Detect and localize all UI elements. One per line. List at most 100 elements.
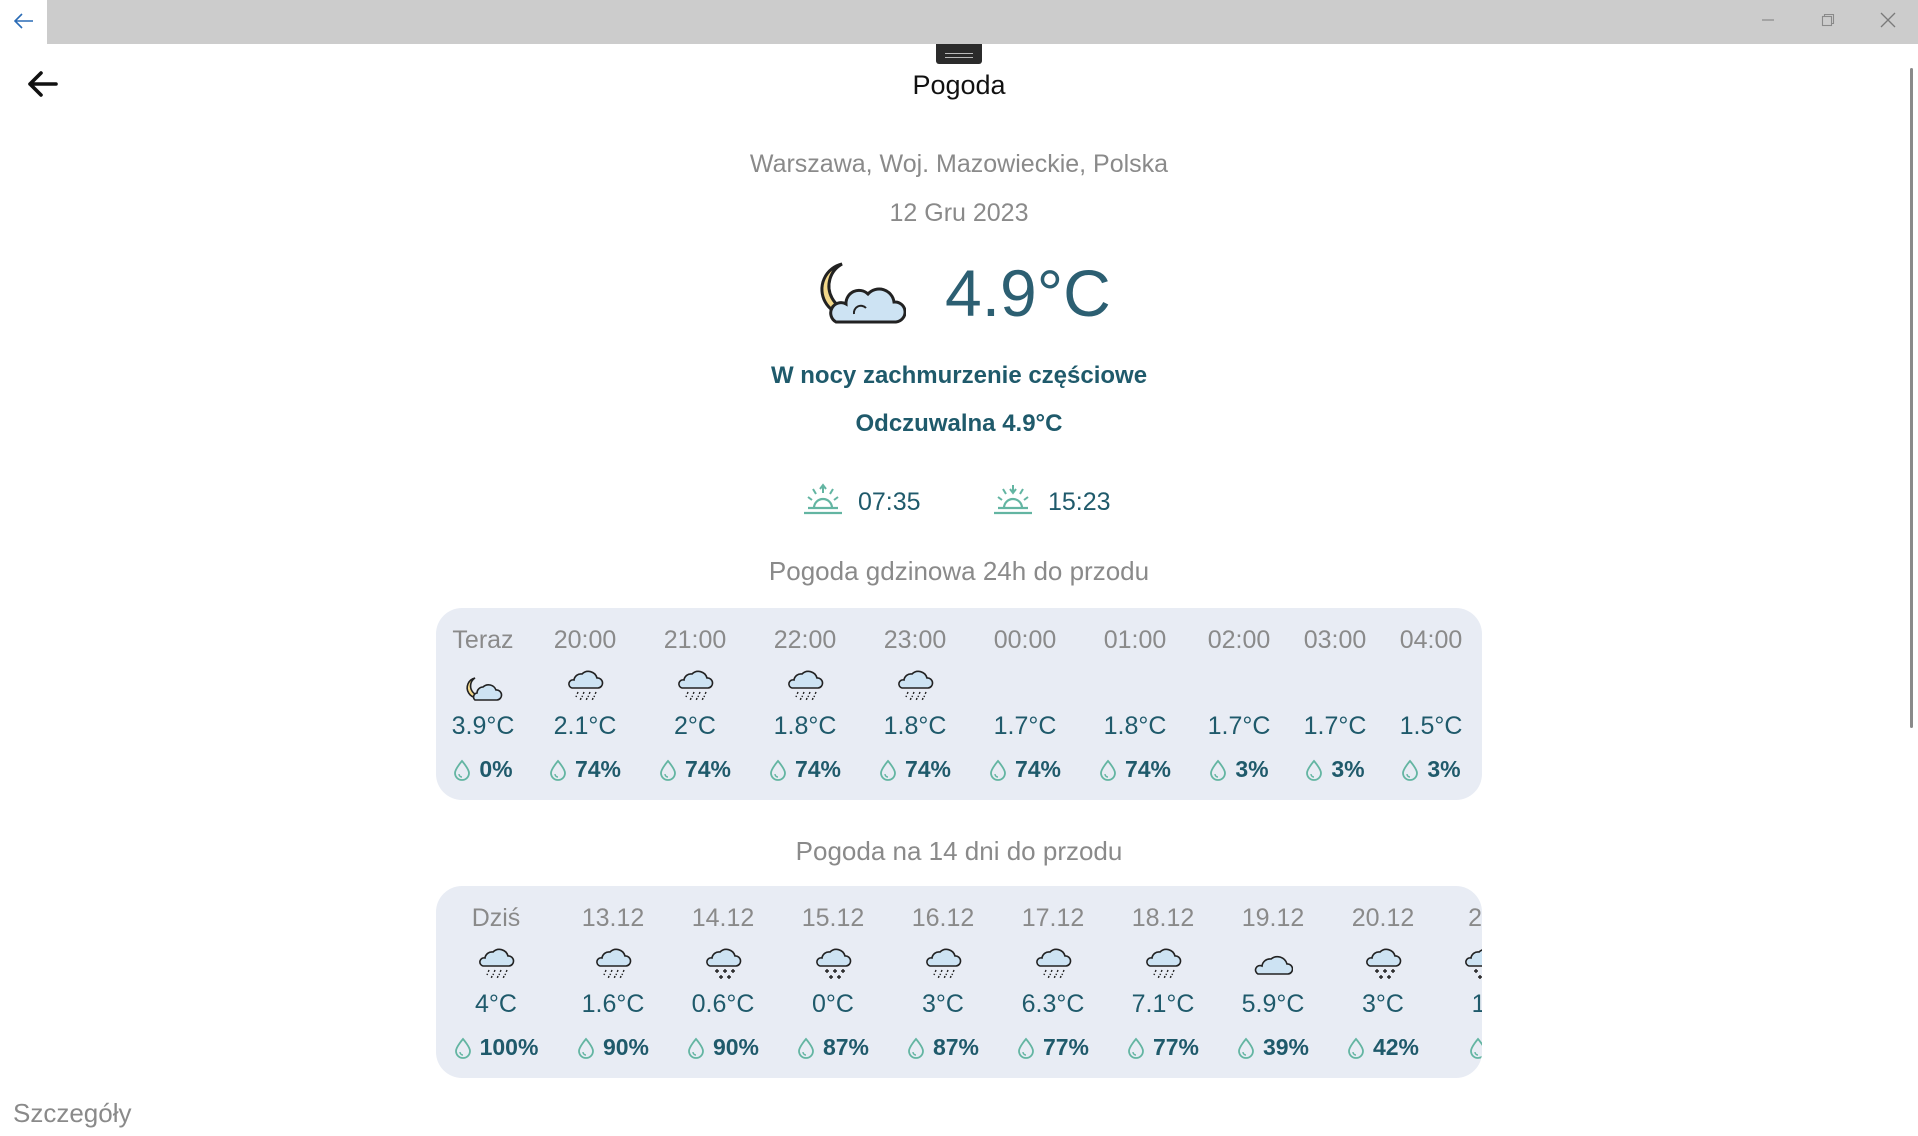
- droplet-icon: [879, 756, 905, 782]
- hourly-label: 21:00: [663, 626, 727, 654]
- hourly-item[interactable]: 02:00 1.7°C 3%: [1189, 608, 1289, 800]
- hourly-temperature: 2.1°C: [553, 712, 617, 740]
- hourly-item[interactable]: 22:00 1.8°C 74%: [755, 608, 855, 800]
- hourly-precipitation: 74%: [535, 756, 635, 783]
- hourly-item[interactable]: 20:00 2.1°C 74%: [535, 608, 635, 800]
- hourly-precipitation-value: 3%: [1427, 756, 1461, 782]
- sunrise: 07:35: [802, 482, 921, 522]
- daily-item[interactable]: 17.12 6.3°C 77%: [1003, 886, 1103, 1078]
- hourly-precipitation: 74%: [755, 756, 855, 783]
- snow-cloud-icon: [1363, 946, 1403, 982]
- hourly-forecast-list[interactable]: Teraz 3.9°C 0% 20:00 2.1°C 74% 21:00 2°C 74% 22:0…: [436, 608, 1482, 800]
- rain-cloud-icon: [1143, 946, 1183, 982]
- droplet-icon: [1127, 1034, 1153, 1060]
- daily-item[interactable]: 14.12 0.6°C 90%: [673, 886, 773, 1078]
- hourly-label: 03:00: [1303, 626, 1367, 654]
- daily-temperature: 0°C: [812, 990, 854, 1018]
- daily-precipitation: 77%: [1003, 1034, 1103, 1061]
- moon-cloud-icon: [463, 668, 503, 704]
- daily-temperature: 1.6°C: [581, 990, 645, 1018]
- maximize-button[interactable]: [1798, 0, 1858, 44]
- rain-cloud-icon: [565, 668, 605, 704]
- daily-item[interactable]: Dziś 4°C 100%: [446, 886, 546, 1078]
- rain-cloud-icon: [1033, 946, 1073, 982]
- window-back-button[interactable]: [0, 0, 47, 44]
- rain-cloud-icon: [923, 946, 963, 982]
- hourly-precipitation-value: 0%: [479, 756, 513, 782]
- hourly-item[interactable]: 23:00 1.8°C 74%: [865, 608, 965, 800]
- sunset: 15:23: [992, 482, 1111, 522]
- rain-cloud-icon: [593, 946, 633, 982]
- daily-item[interactable]: 21 1.: [1432, 886, 1482, 1078]
- daily-item[interactable]: 20.12 3°C 42%: [1333, 886, 1433, 1078]
- hourly-item[interactable]: 01:00 1.8°C 74%: [1085, 608, 1185, 800]
- daily-label: 19.12: [1241, 904, 1305, 932]
- date-label: 12 Gru 2023: [889, 199, 1029, 227]
- daily-precipitation: 90%: [673, 1034, 773, 1061]
- droplet-icon: [1099, 756, 1125, 782]
- hourly-temperature: 1.7°C: [1207, 712, 1271, 740]
- droplet-icon: [1305, 756, 1331, 782]
- hourly-item[interactable]: 21:00 2°C 74%: [645, 608, 745, 800]
- current-temperature: 4.9°C: [945, 256, 1111, 330]
- hourly-precipitation-value: 74%: [1124, 756, 1172, 782]
- hourly-temperature: 2°C: [674, 712, 716, 740]
- rain-cloud-icon: [675, 668, 715, 704]
- daily-item[interactable]: 15.12 0°C 87%: [783, 886, 883, 1078]
- daily-label: 17.12: [1021, 904, 1085, 932]
- hourly-item[interactable]: 04:00 1.5°C 3%: [1381, 608, 1481, 800]
- hourly-label: 22:00: [773, 626, 837, 654]
- daily-item[interactable]: 13.12 1.6°C 90%: [563, 886, 663, 1078]
- drag-handle[interactable]: [936, 44, 982, 64]
- daily-temperature: 5.9°C: [1241, 990, 1305, 1018]
- droplet-icon: [659, 756, 685, 782]
- page-title: Pogoda: [912, 70, 1006, 100]
- sunrise-icon: [802, 482, 844, 522]
- droplet-icon: [1209, 756, 1235, 782]
- daily-precipitation: 90%: [563, 1034, 663, 1061]
- daily-temperature: 0.6°C: [691, 990, 755, 1018]
- hourly-precipitation-value: 3%: [1331, 756, 1365, 782]
- daily-precipitation-value: 77%: [1152, 1034, 1200, 1060]
- daily-precipitation: 87%: [893, 1034, 993, 1061]
- minimize-button[interactable]: [1738, 0, 1798, 44]
- hourly-item[interactable]: 00:00 1.7°C 74%: [975, 608, 1075, 800]
- hourly-label: 00:00: [993, 626, 1057, 654]
- droplet-icon: [1017, 1034, 1043, 1060]
- daily-item[interactable]: 18.12 7.1°C 77%: [1113, 886, 1213, 1078]
- details-label[interactable]: Szczegóły: [13, 1098, 132, 1129]
- hourly-label: 04:00: [1399, 626, 1463, 654]
- daily-item[interactable]: 19.12 5.9°C 39%: [1223, 886, 1323, 1078]
- maximize-icon: [1821, 13, 1835, 32]
- daily-item[interactable]: 16.12 3°C 87%: [893, 886, 993, 1078]
- hourly-temperature: 1.7°C: [993, 712, 1057, 740]
- daily-temperature: 1.: [1471, 990, 1482, 1018]
- weather-description: W nocy zachmurzenie częściowe: [770, 362, 1148, 389]
- droplet-icon: [549, 756, 575, 782]
- hourly-temperature: 3.9°C: [451, 712, 515, 740]
- rain-cloud-icon: [895, 668, 935, 704]
- droplet-icon: [1347, 1034, 1373, 1060]
- feels-like-label: Odczuwalna 4.9°C: [855, 410, 1063, 437]
- droplet-icon: [769, 756, 795, 782]
- hourly-item[interactable]: 03:00 1.7°C 3%: [1285, 608, 1385, 800]
- daily-precipitation-value: 100%: [479, 1034, 539, 1060]
- daily-precipitation-value: 39%: [1262, 1034, 1310, 1060]
- daily-precipitation-value: 87%: [932, 1034, 980, 1060]
- daily-forecast-list[interactable]: Dziś 4°C 100% 13.12 1.6°C 90% 14.12 0.6°C 90% 15.…: [436, 886, 1482, 1078]
- hourly-forecast-title: Pogoda gdzinowa 24h do przodu: [768, 556, 1150, 586]
- hourly-label: 20:00: [553, 626, 617, 654]
- daily-label: Dziś: [471, 904, 521, 932]
- hourly-precipitation: 74%: [645, 756, 745, 783]
- daily-precipitation: 42%: [1333, 1034, 1433, 1061]
- droplet-icon: [453, 756, 479, 782]
- daily-precipitation: [1432, 1034, 1482, 1061]
- close-button[interactable]: [1858, 0, 1918, 44]
- hourly-item[interactable]: Teraz 3.9°C 0%: [436, 608, 533, 800]
- hourly-temperature: 1.8°C: [773, 712, 837, 740]
- droplet-icon: [577, 1034, 603, 1060]
- arrow-left-icon: [13, 9, 34, 35]
- location-label: Warszawa, Woj. Mazowieckie, Polska: [749, 150, 1169, 178]
- hourly-temperature: 1.8°C: [1103, 712, 1167, 740]
- daily-precipitation: 87%: [783, 1034, 883, 1061]
